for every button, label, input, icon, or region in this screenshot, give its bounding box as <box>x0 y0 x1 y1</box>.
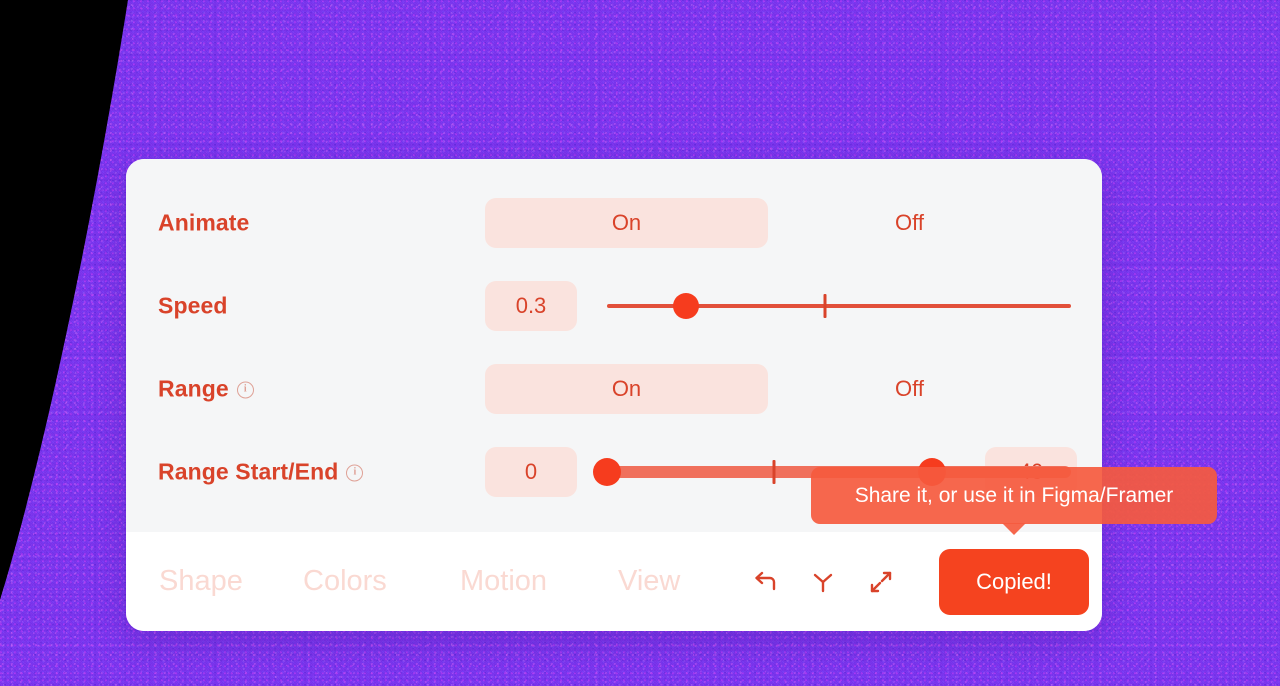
animate-on-label: On <box>611 210 642 235</box>
range-slider-tick <box>772 460 776 484</box>
share-tooltip: Share it, or use it in Figma/Framer <box>811 467 1217 524</box>
tab-view[interactable]: View <box>618 565 680 598</box>
row-label-range-start-end: Range Start/End i <box>158 458 364 486</box>
row-label-range: Range i <box>158 376 254 403</box>
speed-value-text: 0.3 <box>515 293 547 318</box>
row-label-range-text: Range <box>158 375 229 402</box>
row-label-speed-text: Speed <box>158 292 228 319</box>
row-label-animate-text: Animate <box>158 209 250 236</box>
range-info-icon[interactable]: i <box>236 381 254 399</box>
range-on-option[interactable]: On <box>485 364 768 414</box>
range-on-label: On <box>611 376 642 401</box>
bottom-toolbar: Shape Colors Motion View Copied! <box>126 532 1102 631</box>
speed-slider-tick <box>823 294 827 318</box>
undo-icon[interactable] <box>750 567 780 597</box>
animate-off-label: Off <box>895 210 924 235</box>
tab-motion[interactable]: Motion <box>460 565 547 598</box>
range-start-value-text: 0 <box>524 459 538 484</box>
speed-value-field[interactable]: 0.3 <box>485 281 577 331</box>
row-range: Range i On Off <box>126 347 1102 431</box>
speed-slider-knob[interactable] <box>672 293 699 319</box>
animate-on-option[interactable]: On <box>485 198 768 248</box>
range-start-end-info-icon[interactable]: i <box>346 464 364 482</box>
row-label-speed: Speed <box>158 293 228 320</box>
row-label-range-start-end-text: Range Start/End <box>158 458 339 485</box>
tab-colors[interactable]: Colors <box>303 565 387 598</box>
range-start-value-field[interactable]: 0 <box>485 447 577 497</box>
share-tooltip-text: Share it, or use it in Figma/Framer <box>854 483 1174 507</box>
screen: Animate On Off Speed 0.3 Range i On Off … <box>0 0 1280 686</box>
speed-slider[interactable] <box>607 291 1071 321</box>
range-slider-start-knob[interactable] <box>593 458 621 486</box>
range-off-label: Off <box>895 376 924 401</box>
range-off-option[interactable]: Off <box>768 364 1051 414</box>
tab-shape[interactable]: Shape <box>159 565 243 598</box>
row-speed: Speed 0.3 <box>126 264 1102 348</box>
randomize-icon[interactable] <box>808 567 838 597</box>
toolbar-icon-group <box>750 567 896 597</box>
copied-button[interactable]: Copied! <box>939 548 1089 615</box>
row-label-animate: Animate <box>158 210 249 237</box>
collapse-icon[interactable] <box>866 567 896 597</box>
animate-off-option[interactable]: Off <box>768 198 1051 248</box>
row-animate: Animate On Off <box>126 181 1102 265</box>
controls-card: Animate On Off Speed 0.3 Range i On Off … <box>126 159 1102 631</box>
